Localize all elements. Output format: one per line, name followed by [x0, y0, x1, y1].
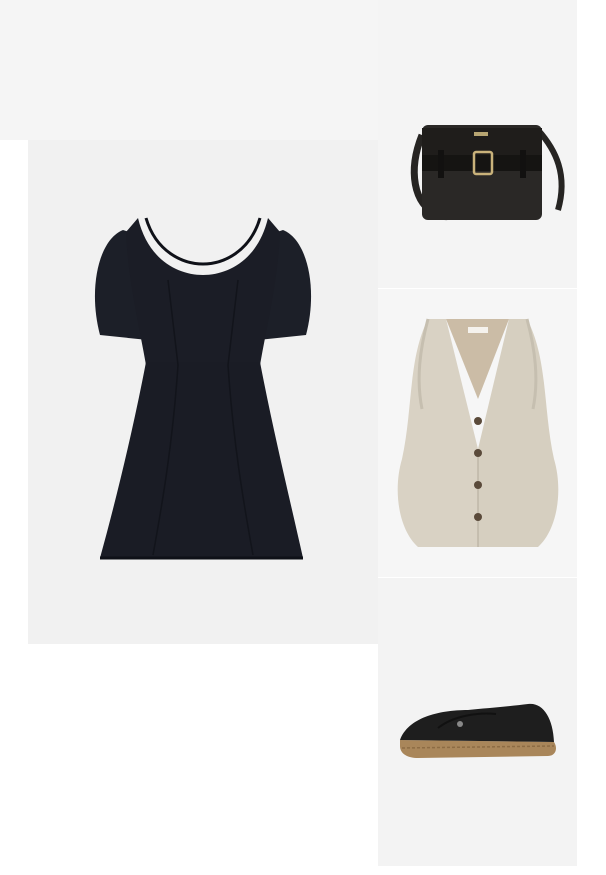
dress-tile[interactable]	[28, 140, 378, 644]
vest-tile[interactable]	[378, 289, 577, 577]
vest-image	[397, 318, 559, 547]
dress-image	[94, 217, 312, 560]
bag-tile[interactable]	[378, 0, 577, 288]
bag-image	[410, 125, 565, 220]
espadrille-tile[interactable]	[378, 578, 577, 866]
top-left-backdrop	[0, 0, 378, 140]
espadrille-image	[400, 703, 556, 758]
